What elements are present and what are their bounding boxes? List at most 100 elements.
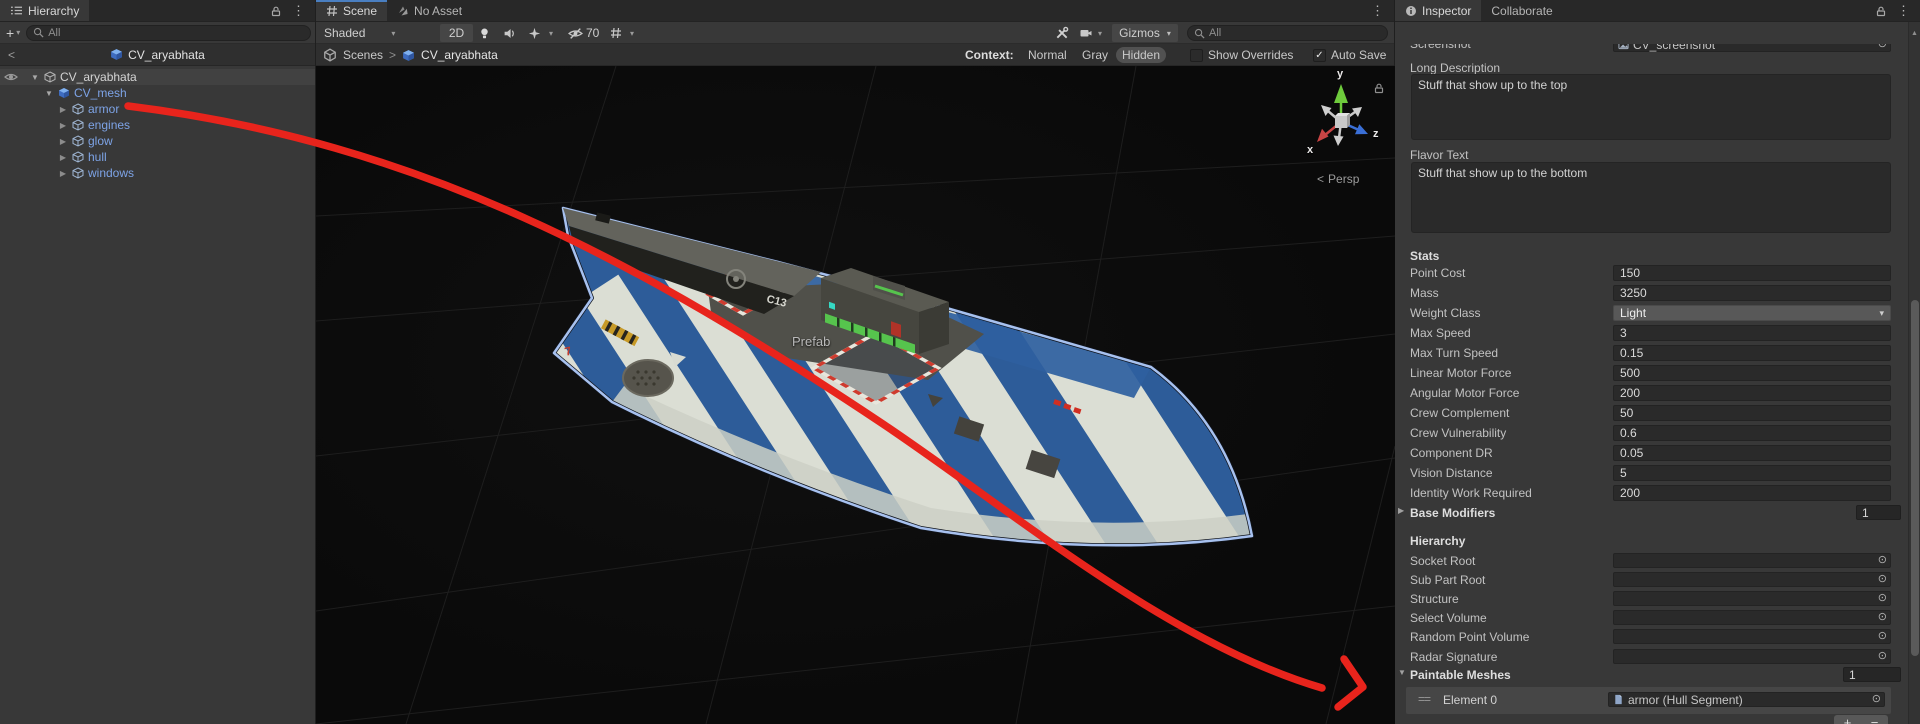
scene-search-input[interactable]	[1209, 27, 1381, 39]
gizmo-lock-icon[interactable]	[1373, 82, 1385, 94]
remove-element-button[interactable]: −	[1861, 715, 1888, 724]
object-picker-icon[interactable]: ⊙	[1878, 44, 1887, 51]
context-option-hidden[interactable]: Hidden	[1116, 47, 1166, 63]
tree-row-cv-aryabhata[interactable]: ▼ CV_aryabhata	[0, 69, 315, 85]
stat-input[interactable]: 3250	[1613, 285, 1891, 301]
add-object-button[interactable]: +	[4, 25, 16, 41]
tab-inspector[interactable]: Inspector	[1395, 0, 1482, 21]
object-ref-field[interactable]: ⊙	[1613, 572, 1891, 587]
drag-handle-icon[interactable]: ==	[1418, 692, 1431, 706]
stat-input[interactable]: 200	[1613, 485, 1891, 501]
object-picker-icon[interactable]: ⊙	[1878, 611, 1887, 624]
stat-input[interactable]: 0.6	[1613, 425, 1891, 441]
tab-collaborate[interactable]: Collaborate	[1481, 0, 1562, 21]
show-overrides-checkbox[interactable]	[1190, 48, 1203, 62]
object-picker-icon[interactable]: ⊙	[1878, 573, 1887, 586]
object-ref-field[interactable]: ⊙	[1613, 629, 1891, 644]
show-overrides-toggle[interactable]: Show Overrides	[1190, 47, 1293, 63]
hierarchy-search-input[interactable]	[48, 26, 304, 39]
gizmos-dropdown[interactable]: Gizmos ▾	[1112, 24, 1178, 42]
prefab-breadcrumb[interactable]: CV_aryabhata	[0, 48, 315, 62]
lighting-toggle-button[interactable]	[478, 24, 491, 42]
kebab-menu-icon[interactable]: ⋮	[1895, 0, 1912, 22]
foldout-closed-icon[interactable]: ▶	[1398, 506, 1408, 515]
foldout-closed-icon[interactable]: ▶	[58, 153, 68, 162]
hidden-objects-button[interactable]: 70	[568, 24, 599, 42]
tree-row-windows[interactable]: ▶ windows	[0, 165, 315, 181]
object-ref-field[interactable]: ⊙	[1613, 553, 1891, 568]
element0-object-field[interactable]: armor (Hull Segment) ⊙	[1608, 692, 1885, 707]
inspector-scrollbar[interactable]: ▲	[1908, 22, 1920, 724]
2d-toggle-button[interactable]: 2D	[440, 24, 473, 42]
stat-input[interactable]: 0.15	[1613, 345, 1891, 361]
object-picker-icon[interactable]: ⊙	[1878, 592, 1887, 605]
tree-row-glow[interactable]: ▶ glow	[0, 133, 315, 149]
effects-toggle-button[interactable]: ▾	[528, 24, 553, 42]
foldout-open-icon[interactable]: ▼	[44, 89, 54, 98]
grid-visibility-button[interactable]: ▾	[610, 24, 634, 42]
axis-y-label[interactable]: y	[1337, 68, 1343, 80]
foldout-closed-icon[interactable]: ▶	[58, 137, 68, 146]
object-ref-field[interactable]: ⊙	[1613, 649, 1891, 664]
draw-mode-dropdown[interactable]: Shaded ▾	[324, 24, 395, 42]
spaceship-model[interactable]: C13 7	[462, 66, 1307, 724]
object-ref-field[interactable]: ⊙	[1613, 610, 1891, 625]
foldout-closed-icon[interactable]: ▶	[58, 169, 68, 178]
prefab-floating-label[interactable]: Prefab	[792, 334, 830, 349]
component-tools-button[interactable]	[1055, 24, 1069, 42]
tree-row-engines[interactable]: ▶ engines	[0, 117, 315, 133]
paintable-meshes-label[interactable]: Paintable Meshes	[1410, 667, 1511, 683]
stat-input[interactable]: 150	[1613, 265, 1891, 281]
tree-row-cv-mesh[interactable]: ▼ CV_mesh	[0, 85, 315, 101]
stat-input[interactable]: 200	[1613, 385, 1891, 401]
object-picker-icon[interactable]: ⊙	[1878, 630, 1887, 643]
lock-icon[interactable]	[270, 5, 282, 17]
scene-search[interactable]	[1187, 25, 1388, 41]
camera-settings-button[interactable]: ▾	[1079, 24, 1102, 42]
foldout-open-icon[interactable]: ▼	[1398, 668, 1408, 677]
axis-z-label[interactable]: z	[1373, 128, 1379, 140]
base-modifiers-size-field[interactable]: 1	[1856, 505, 1901, 520]
scrollbar-thumb[interactable]	[1911, 300, 1919, 656]
auto-save-toggle[interactable]: ✓ Auto Save	[1313, 47, 1386, 63]
chevron-down-icon[interactable]: ▾	[1098, 29, 1102, 38]
screenshot-object-field[interactable]: CV_screenshot ⊙	[1613, 44, 1891, 52]
object-picker-icon[interactable]: ⊙	[1872, 693, 1881, 706]
flavor-text-textarea[interactable]: Stuff that show up to the bottom	[1411, 162, 1891, 233]
context-option-normal[interactable]: Normal	[1028, 47, 1067, 63]
audio-toggle-button[interactable]	[503, 24, 516, 42]
weight-class-dropdown[interactable]: Light ▾	[1613, 305, 1891, 321]
tree-row-hull[interactable]: ▶ hull	[0, 149, 315, 165]
context-option-gray[interactable]: Gray	[1082, 47, 1108, 63]
foldout-open-icon[interactable]: ▼	[30, 73, 40, 82]
tab-hierarchy[interactable]: Hierarchy	[0, 0, 90, 21]
axis-x-label[interactable]: x	[1307, 144, 1313, 156]
lock-icon[interactable]	[1875, 5, 1887, 17]
add-element-button[interactable]: +	[1834, 715, 1861, 724]
foldout-closed-icon[interactable]: ▶	[58, 121, 68, 130]
stat-input[interactable]: 3	[1613, 325, 1891, 341]
tab-scene[interactable]: Scene	[316, 0, 388, 21]
scene-viewport[interactable]: C13 7 Prefab y x z < Persp	[316, 66, 1395, 724]
scene-breadcrumb[interactable]: Scenes > CV_aryabhata	[323, 47, 498, 63]
tree-row-armor[interactable]: ▶ armor	[0, 101, 315, 117]
visibility-eye-icon[interactable]	[4, 69, 20, 85]
hierarchy-search[interactable]	[26, 24, 311, 41]
kebab-menu-icon[interactable]: ⋮	[290, 0, 307, 22]
add-object-dropdown-icon[interactable]: ▾	[16, 28, 20, 37]
base-modifiers-label[interactable]: Base Modifiers	[1410, 505, 1495, 521]
back-button[interactable]: <	[8, 48, 15, 62]
paintable-meshes-element-row[interactable]: == Element 0 armor (Hull Segment) ⊙	[1406, 687, 1891, 714]
foldout-closed-icon[interactable]: ▶	[58, 105, 68, 114]
chevron-down-icon[interactable]: ▾	[549, 29, 553, 38]
kebab-menu-icon[interactable]: ⋮	[1369, 0, 1386, 22]
object-picker-icon[interactable]: ⊙	[1878, 650, 1887, 663]
auto-save-checkbox[interactable]: ✓	[1313, 48, 1326, 62]
projection-toggle[interactable]: < Persp	[1317, 172, 1359, 186]
object-ref-field[interactable]: ⊙	[1613, 591, 1891, 606]
stat-input[interactable]: 5	[1613, 465, 1891, 481]
stat-input[interactable]: 50	[1613, 405, 1891, 421]
paintable-meshes-size-field[interactable]: 1	[1843, 667, 1901, 682]
scroll-up-arrow[interactable]: ▲	[1911, 30, 1918, 37]
object-picker-icon[interactable]: ⊙	[1878, 554, 1887, 567]
